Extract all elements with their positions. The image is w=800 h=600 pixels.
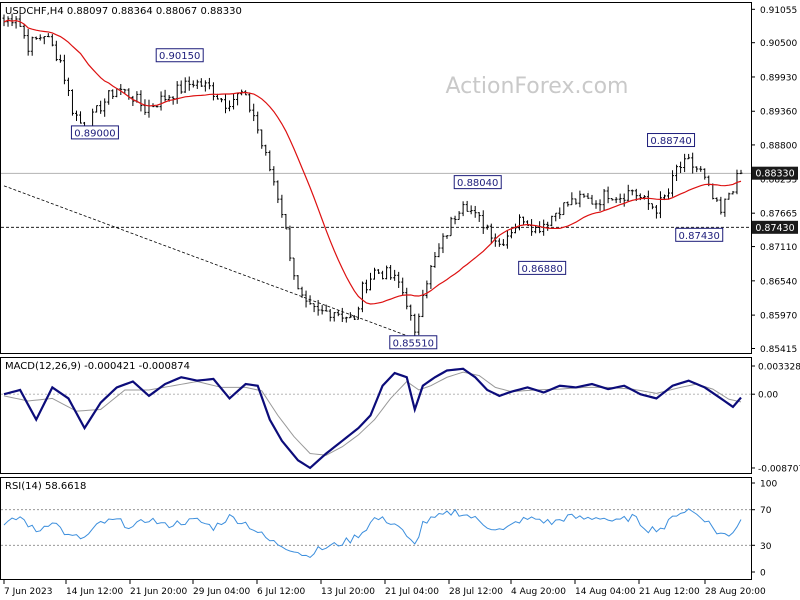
time-tick-label: 29 Jun 04:00 <box>193 587 250 597</box>
price-annotation-label: 0.89000 <box>74 128 115 139</box>
watermark: ActionForex.com <box>446 74 629 99</box>
price-annotation-label: 0.90150 <box>159 51 200 62</box>
time-tick-label: 14 Aug 04:00 <box>575 587 636 597</box>
macd-label: MACD(12,26,9) -0.000421 -0.000874 <box>5 361 190 372</box>
rsi-label: RSI(14) 58.6618 <box>5 481 86 492</box>
price-tick-label: 0.90500 <box>760 39 797 49</box>
trendline <box>3 185 415 339</box>
price-tick-label: 0.87110 <box>760 243 797 253</box>
moving-average-layer <box>3 19 742 305</box>
time-tick-label: 7 Jun 2023 <box>4 587 52 597</box>
rsi-line <box>3 508 742 559</box>
price-annotation-label: 0.85510 <box>393 338 434 349</box>
rsi-tick-label: 30 <box>760 542 772 552</box>
trendline-layer <box>3 185 415 339</box>
price-panel-frame <box>0 2 752 354</box>
price-annotation-label: 0.88740 <box>650 136 691 147</box>
price-annotation-label: 0.87430 <box>679 231 720 242</box>
price-tick-label: 0.86540 <box>760 277 797 287</box>
macd-tick-label: -0.008707 <box>758 464 800 474</box>
price-tick-label: 0.87665 <box>760 210 797 220</box>
time-tick-label: 28 Jul 12:00 <box>449 587 503 597</box>
candlestick-series <box>2 13 743 337</box>
rsi-tick-label: 100 <box>760 480 777 490</box>
price-annotation-label: 0.88040 <box>457 178 498 189</box>
macd-layer: 0.003328 0.00 -0.008707 <box>1 362 800 474</box>
rsi-panel-frame <box>0 477 752 580</box>
time-tick-label: 6 Jul 12:00 <box>257 587 306 597</box>
time-tick-label: 21 Jul 04:00 <box>385 587 439 597</box>
price-tick-label: 0.91055 <box>760 6 797 16</box>
price-label: 0.88330 <box>755 169 794 180</box>
price-tick-label: 0.85415 <box>760 345 797 355</box>
price-tick-label: 0.89360 <box>760 108 797 118</box>
time-axis: 7 Jun 2023 14 Jun 12:00 21 Jun 20:00 29 Jun… <box>3 580 766 597</box>
macd-signal-line <box>3 371 742 456</box>
macd-main-line <box>3 367 742 470</box>
time-tick-label: 28 Aug 20:00 <box>705 587 766 597</box>
time-tick-label: 14 Jun 12:00 <box>66 587 123 597</box>
moving-average-line <box>3 19 742 305</box>
rsi-tick-label: 70 <box>760 506 772 516</box>
macd-tick-label: 0.00 <box>758 391 778 401</box>
price-tick-label: 0.89930 <box>760 73 797 83</box>
symbol-header: USDCHF,H4 0.88097 0.88364 0.88067 0.8833… <box>5 6 242 17</box>
price-axis: 0.910550.905000.899300.893600.888000.882… <box>751 6 798 355</box>
price-tick-label: 0.88800 <box>760 141 797 151</box>
macd-panel-frame <box>0 357 752 474</box>
rsi-layer: 100 70 30 0 <box>1 480 777 579</box>
price-annotation-label: 0.86880 <box>521 264 562 275</box>
macd-tick-label: 0.003328 <box>758 362 800 372</box>
time-tick-label: 13 Jul 20:00 <box>321 587 375 597</box>
price-tick-label: 0.85970 <box>760 312 797 322</box>
time-tick-label: 21 Jun 20:00 <box>130 587 187 597</box>
time-tick-label: 4 Aug 20:00 <box>511 587 566 597</box>
price-grid <box>1 172 751 228</box>
time-tick-label: 21 Aug 12:00 <box>639 587 700 597</box>
chart-root: ActionForex.com 0.89000 0.90150 0.88040 0.8… <box>0 2 800 597</box>
price-label: 0.87430 <box>755 223 794 234</box>
rsi-tick-label: 0 <box>760 569 766 579</box>
